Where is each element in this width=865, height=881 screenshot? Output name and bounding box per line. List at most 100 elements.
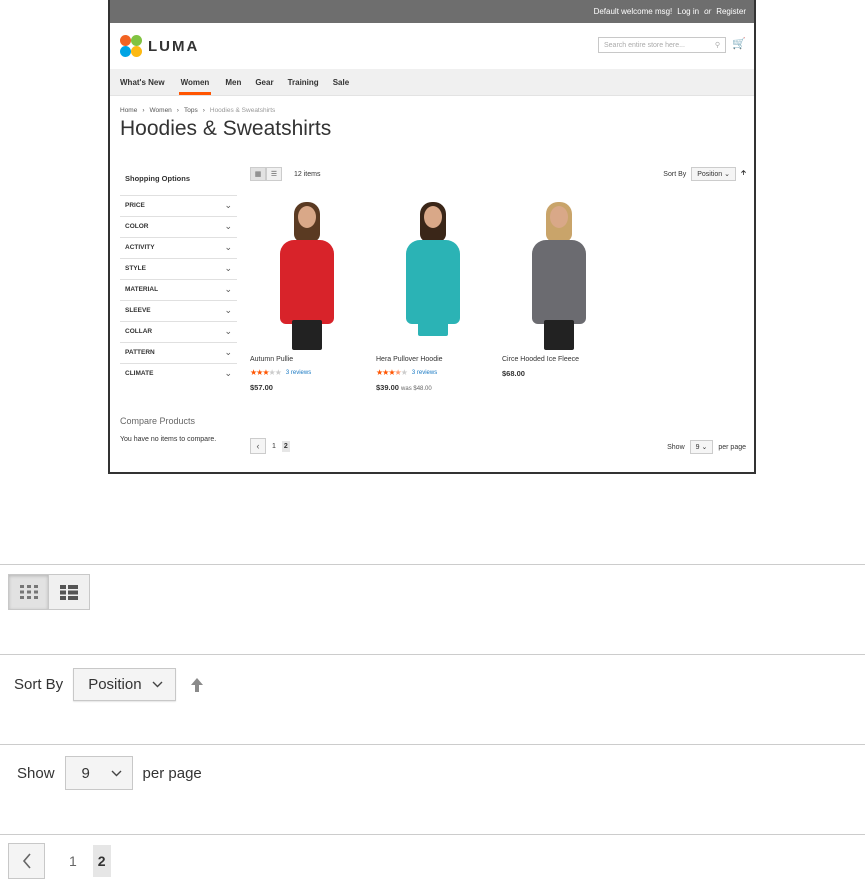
product-price: $57.00 (250, 383, 273, 392)
list-view-icon[interactable]: ☰ (266, 167, 282, 181)
filter-style[interactable]: STYLE ⌄ (120, 258, 237, 279)
chevron-left-icon (22, 853, 31, 869)
page-current: 2 (92, 845, 111, 877)
page-link-1[interactable]: 1 (272, 443, 276, 450)
breadcrumb: Home › Women › Tops › Hoodies & Sweatshirts (120, 107, 276, 114)
filter-material[interactable]: MATERIAL ⌄ (120, 279, 237, 300)
sort-direction-icon[interactable] (190, 677, 204, 693)
chevron-down-icon: ⌄ (224, 220, 232, 231)
pagination-detail: 1 2 (8, 843, 111, 879)
product-item[interactable]: Hera Pullover Hoodie ★★★★★ 3 reviews $39… (376, 200, 490, 392)
product-name[interactable]: Autumn Pullie (250, 356, 364, 363)
product-image[interactable] (502, 200, 616, 350)
register-link[interactable]: Register (716, 7, 746, 16)
page-link-1[interactable]: 1 (69, 853, 77, 869)
list-view-icon[interactable] (49, 574, 90, 610)
previous-page-button[interactable] (8, 843, 45, 879)
logo-text: LUMA (148, 37, 200, 55)
grid-view-icon[interactable]: ▦ (250, 167, 266, 181)
product-item[interactable]: Circe Hooded Ice Fleece $68.00 (502, 200, 616, 392)
rating-stars-icon: ★★★★★ (376, 368, 408, 377)
filter-collar[interactable]: COLLAR ⌄ (120, 321, 237, 342)
grid-view-icon[interactable] (8, 574, 49, 610)
product-rating: ★★★★★ 3 reviews (250, 368, 364, 377)
chevron-down-icon: ⌄ (224, 367, 232, 378)
chevron-down-icon: ⌄ (224, 325, 232, 336)
filter-activity[interactable]: ACTIVITY ⌄ (120, 237, 237, 258)
page-title: Hoodies & Sweatshirts (120, 117, 332, 140)
toolbar: ▦ ☰ 12 items Sort By Position ⌄ 🡱 (250, 167, 746, 181)
divider (0, 744, 865, 745)
reviews-link[interactable]: 3 reviews (286, 370, 311, 376)
chevron-down-icon: ⌄ (224, 199, 232, 210)
divider (0, 564, 865, 565)
store-screenshot: Default welcome msg! Log in or Register … (108, 0, 756, 474)
nav-training[interactable]: Training (288, 78, 319, 87)
nav-whats-new[interactable]: What's New (120, 78, 165, 87)
per-page-label: per page (142, 764, 202, 782)
welcome-message: Default welcome msg! (593, 7, 673, 16)
breadcrumb-women[interactable]: Women (150, 107, 172, 114)
filter-price[interactable]: PRICE ⌄ (120, 195, 237, 216)
header: LUMA Search entire store here... ⚲ 🛒 (110, 23, 754, 69)
reviews-link[interactable]: 3 reviews (412, 370, 437, 376)
compare-products-text: You have no items to compare. (120, 436, 217, 443)
or-text: or (704, 7, 712, 16)
show-label: Show (17, 764, 55, 782)
product-image[interactable] (250, 200, 364, 350)
view-modes: ▦ ☰ (250, 167, 282, 181)
chevron-down-icon: ⌄ (224, 262, 232, 273)
sidebar: Shopping Options PRICE ⌄ COLOR ⌄ ACTIVITY ⌄… (120, 170, 237, 443)
search-placeholder: Search entire store here... (604, 41, 685, 49)
sort-label: Sort By (663, 170, 687, 178)
show-label: Show (667, 443, 685, 451)
shopping-options-title: Shopping Options (125, 174, 190, 183)
product-item[interactable]: Autumn Pullie ★★★★★ 3 reviews $57.00 (250, 200, 364, 392)
nav-sale[interactable]: Sale (333, 78, 349, 87)
limiter-detail: Show 9 per page (17, 756, 202, 790)
sort-by-detail: Sort By Position (14, 668, 204, 701)
view-mode-switcher (8, 574, 90, 610)
divider (0, 834, 865, 835)
nav-men[interactable]: Men (225, 78, 241, 87)
sort-label: Sort By (14, 676, 64, 693)
nav-women[interactable]: Women (178, 70, 212, 95)
logo[interactable]: LUMA (120, 35, 199, 57)
compare-products-title: Compare Products (120, 416, 196, 426)
previous-page-button[interactable]: ‹ (250, 438, 266, 454)
per-page-label: per page (718, 443, 746, 451)
nav-gear[interactable]: Gear (255, 78, 273, 87)
main-nav: What's New Women Men Gear Training Sale (110, 69, 754, 96)
limiter: Show 9 ⌄ per page (667, 440, 746, 454)
luma-logo-icon (120, 35, 142, 57)
search-input[interactable]: Search entire store here... ⚲ (598, 37, 726, 53)
filter-color[interactable]: COLOR ⌄ (120, 216, 237, 237)
divider (0, 654, 865, 655)
chevron-down-icon (111, 770, 122, 776)
product-price: $39.00 was $48.00 (376, 383, 432, 392)
items-count: 12 items (294, 170, 321, 178)
limiter-select[interactable]: 9 (64, 756, 133, 790)
product-name[interactable]: Hera Pullover Hoodie (376, 356, 490, 363)
limiter-select[interactable]: 9 ⌄ (689, 440, 714, 454)
product-name[interactable]: Circe Hooded Ice Fleece (502, 356, 616, 363)
chevron-down-icon (152, 681, 163, 688)
page-current: 2 (281, 440, 290, 452)
filter-climate[interactable]: CLIMATE ⌄ (120, 363, 237, 384)
filter-pattern[interactable]: PATTERN ⌄ (120, 342, 237, 363)
chevron-down-icon: ⌄ (224, 241, 232, 252)
sort-direction-icon[interactable]: 🡱 (741, 169, 746, 180)
cart-icon[interactable]: 🛒 (732, 37, 746, 50)
product-image[interactable] (376, 200, 490, 350)
pagination: ‹ 1 2 (250, 438, 290, 454)
breadcrumb-home[interactable]: Home (120, 107, 137, 114)
sort-select[interactable]: Position (73, 668, 176, 701)
top-bar: Default welcome msg! Log in or Register (110, 0, 754, 23)
search-icon[interactable]: ⚲ (715, 41, 720, 49)
chevron-down-icon: ⌄ (224, 283, 232, 294)
login-link[interactable]: Log in (677, 7, 699, 16)
sort-select[interactable]: Position ⌄ (691, 167, 736, 181)
filter-sleeve[interactable]: SLEEVE ⌄ (120, 300, 237, 321)
sort-control: Sort By Position ⌄ 🡱 (663, 167, 746, 181)
breadcrumb-tops[interactable]: Tops (184, 107, 198, 114)
